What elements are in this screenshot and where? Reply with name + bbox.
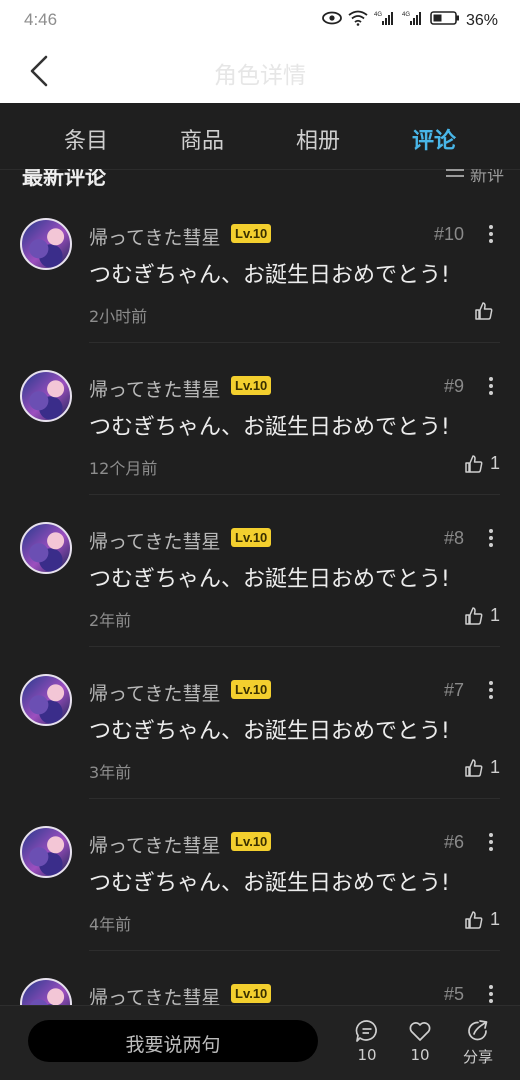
comment-item: 帰ってきた彗星 Lv.10 #9 つむぎちゃん、お誕生日おめでとう! 12个月前… [0, 343, 520, 495]
svg-text:4G: 4G [402, 12, 410, 18]
comment-time: 4年前 [89, 915, 132, 934]
like-count: 1 [489, 757, 500, 777]
floor-number: #7 [443, 680, 464, 700]
floor-number: #8 [443, 528, 464, 548]
comment-list: 帰ってきた彗星 Lv.10 #10 つむぎちゃん、お誕生日おめでとう! 2小时前… [0, 191, 520, 1005]
eye-icon [322, 11, 342, 30]
share-button[interactable]: 分享 [456, 1018, 500, 1067]
comment-text: つむぎちゃん、お誕生日おめでとう! [89, 415, 450, 440]
avatar[interactable] [20, 370, 72, 422]
like-count: 1 [489, 453, 500, 473]
like-button[interactable]: 1 [464, 909, 500, 930]
more-options-icon[interactable] [488, 377, 494, 395]
comment-time: 2年前 [89, 611, 132, 630]
app-header: 角色详情 [0, 40, 520, 103]
like-button[interactable] [474, 301, 500, 321]
comment-count-button[interactable]: 10 [345, 1018, 389, 1064]
signal-icon-1: 4G [374, 10, 396, 31]
username[interactable]: 帰ってきた彗星 [89, 831, 220, 858]
section-title: 最新评论 [22, 169, 106, 189]
username[interactable]: 帰ってきた彗星 [89, 527, 220, 554]
thumb-up-icon [465, 910, 483, 929]
top-area: 4:46 4G 4G 36% 角色详情 [0, 0, 520, 103]
share-label: 分享 [462, 1048, 493, 1066]
heart-icon [409, 1022, 431, 1041]
comment-text: つむぎちゃん、お誕生日おめでとう! [89, 719, 450, 744]
wifi-icon [348, 10, 368, 31]
more-options-icon[interactable] [488, 833, 494, 851]
avatar[interactable] [20, 978, 72, 1005]
favorite-button[interactable]: 10 [398, 1018, 442, 1064]
comment-time: 3年前 [89, 763, 132, 782]
comment-time: 2小时前 [89, 307, 148, 326]
comment-item: 帰ってきた彗星 Lv.10 #7 つむぎちゃん、お誕生日おめでとう! 3年前 1 [0, 647, 520, 799]
status-time: 4:46 [24, 10, 58, 29]
battery-percent: 36% [465, 11, 498, 29]
level-badge: Lv.10 [231, 832, 272, 851]
comment-text: つむぎちゃん、お誕生日おめでとう! [89, 263, 450, 288]
comment-text: つむぎちゃん、お誕生日おめでとう! [89, 567, 450, 592]
username[interactable]: 帰ってきた彗星 [89, 223, 220, 250]
more-options-icon[interactable] [488, 225, 494, 243]
more-options-icon[interactable] [488, 529, 494, 547]
like-total: 10 [410, 1046, 430, 1064]
username[interactable]: 帰ってきた彗星 [89, 983, 220, 1005]
comment-bubble-icon [355, 1020, 377, 1042]
share-icon [468, 1020, 488, 1041]
level-badge: Lv.10 [231, 224, 272, 243]
username[interactable]: 帰ってきた彗星 [89, 679, 220, 706]
floor-number: #9 [443, 376, 464, 396]
floor-number: #10 [433, 224, 464, 244]
floor-number: #5 [443, 984, 464, 1004]
level-badge: Lv.10 [231, 376, 272, 395]
comment-count: 10 [357, 1046, 377, 1064]
more-options-icon[interactable] [488, 985, 494, 1003]
like-button[interactable]: 1 [464, 453, 500, 474]
status-bar: 4:46 4G 4G 36% [0, 0, 520, 40]
tab-entries[interactable]: 条目 [36, 123, 136, 155]
comment-item: 帰ってきた彗星 Lv.10 #5 [0, 951, 520, 1005]
comment-item: 帰ってきた彗星 Lv.10 #6 つむぎちゃん、お誕生日おめでとう! 4年前 1 [0, 799, 520, 951]
svg-text:4G: 4G [374, 12, 382, 18]
sort-label: 新评 [470, 169, 504, 186]
battery-icon [430, 10, 460, 31]
level-badge: Lv.10 [231, 984, 272, 1003]
level-badge: Lv.10 [231, 528, 272, 547]
like-count: 1 [489, 605, 500, 625]
avatar[interactable] [20, 218, 72, 270]
section-header: 最新评论 新评 [0, 169, 520, 191]
more-options-icon[interactable] [488, 681, 494, 699]
thumb-up-icon [465, 758, 483, 777]
status-icons: 4G 4G 36% [322, 10, 498, 31]
comment-time: 12个月前 [89, 459, 158, 478]
tab-bar: 条目 商品 相册 评论 [0, 103, 520, 170]
avatar[interactable] [20, 826, 72, 878]
sort-button[interactable]: 新评 [446, 169, 504, 186]
tab-goods[interactable]: 商品 [152, 123, 252, 155]
like-button[interactable]: 1 [464, 605, 500, 626]
tab-album[interactable]: 相册 [268, 123, 368, 155]
tab-comments[interactable]: 评论 [384, 123, 484, 155]
like-button[interactable]: 1 [464, 757, 500, 778]
username[interactable]: 帰ってきた彗星 [89, 375, 220, 402]
sort-icon [446, 169, 464, 177]
comment-item: 帰ってきた彗星 Lv.10 #8 つむぎちゃん、お誕生日おめでとう! 2年前 1 [0, 495, 520, 647]
page-title: 角色详情 [214, 63, 306, 89]
comment-input-placeholder: 我要说两句 [125, 1034, 221, 1056]
thumb-up-icon [465, 454, 483, 473]
comment-item: 帰ってきた彗星 Lv.10 #10 つむぎちゃん、お誕生日おめでとう! 2小时前 [0, 191, 520, 343]
bottom-bar: 我要说两句 10 10 分享 [0, 1005, 520, 1080]
avatar[interactable] [20, 522, 72, 574]
level-badge: Lv.10 [231, 680, 272, 699]
floor-number: #6 [443, 832, 464, 852]
comment-text: つむぎちゃん、お誕生日おめでとう! [89, 871, 450, 896]
thumb-up-icon [465, 606, 483, 625]
comment-input[interactable]: 我要说两句 [28, 1020, 318, 1062]
thumb-up-icon [475, 302, 493, 320]
like-count: 1 [489, 909, 500, 929]
avatar[interactable] [20, 674, 72, 726]
signal-icon-2: 4G [402, 10, 424, 31]
